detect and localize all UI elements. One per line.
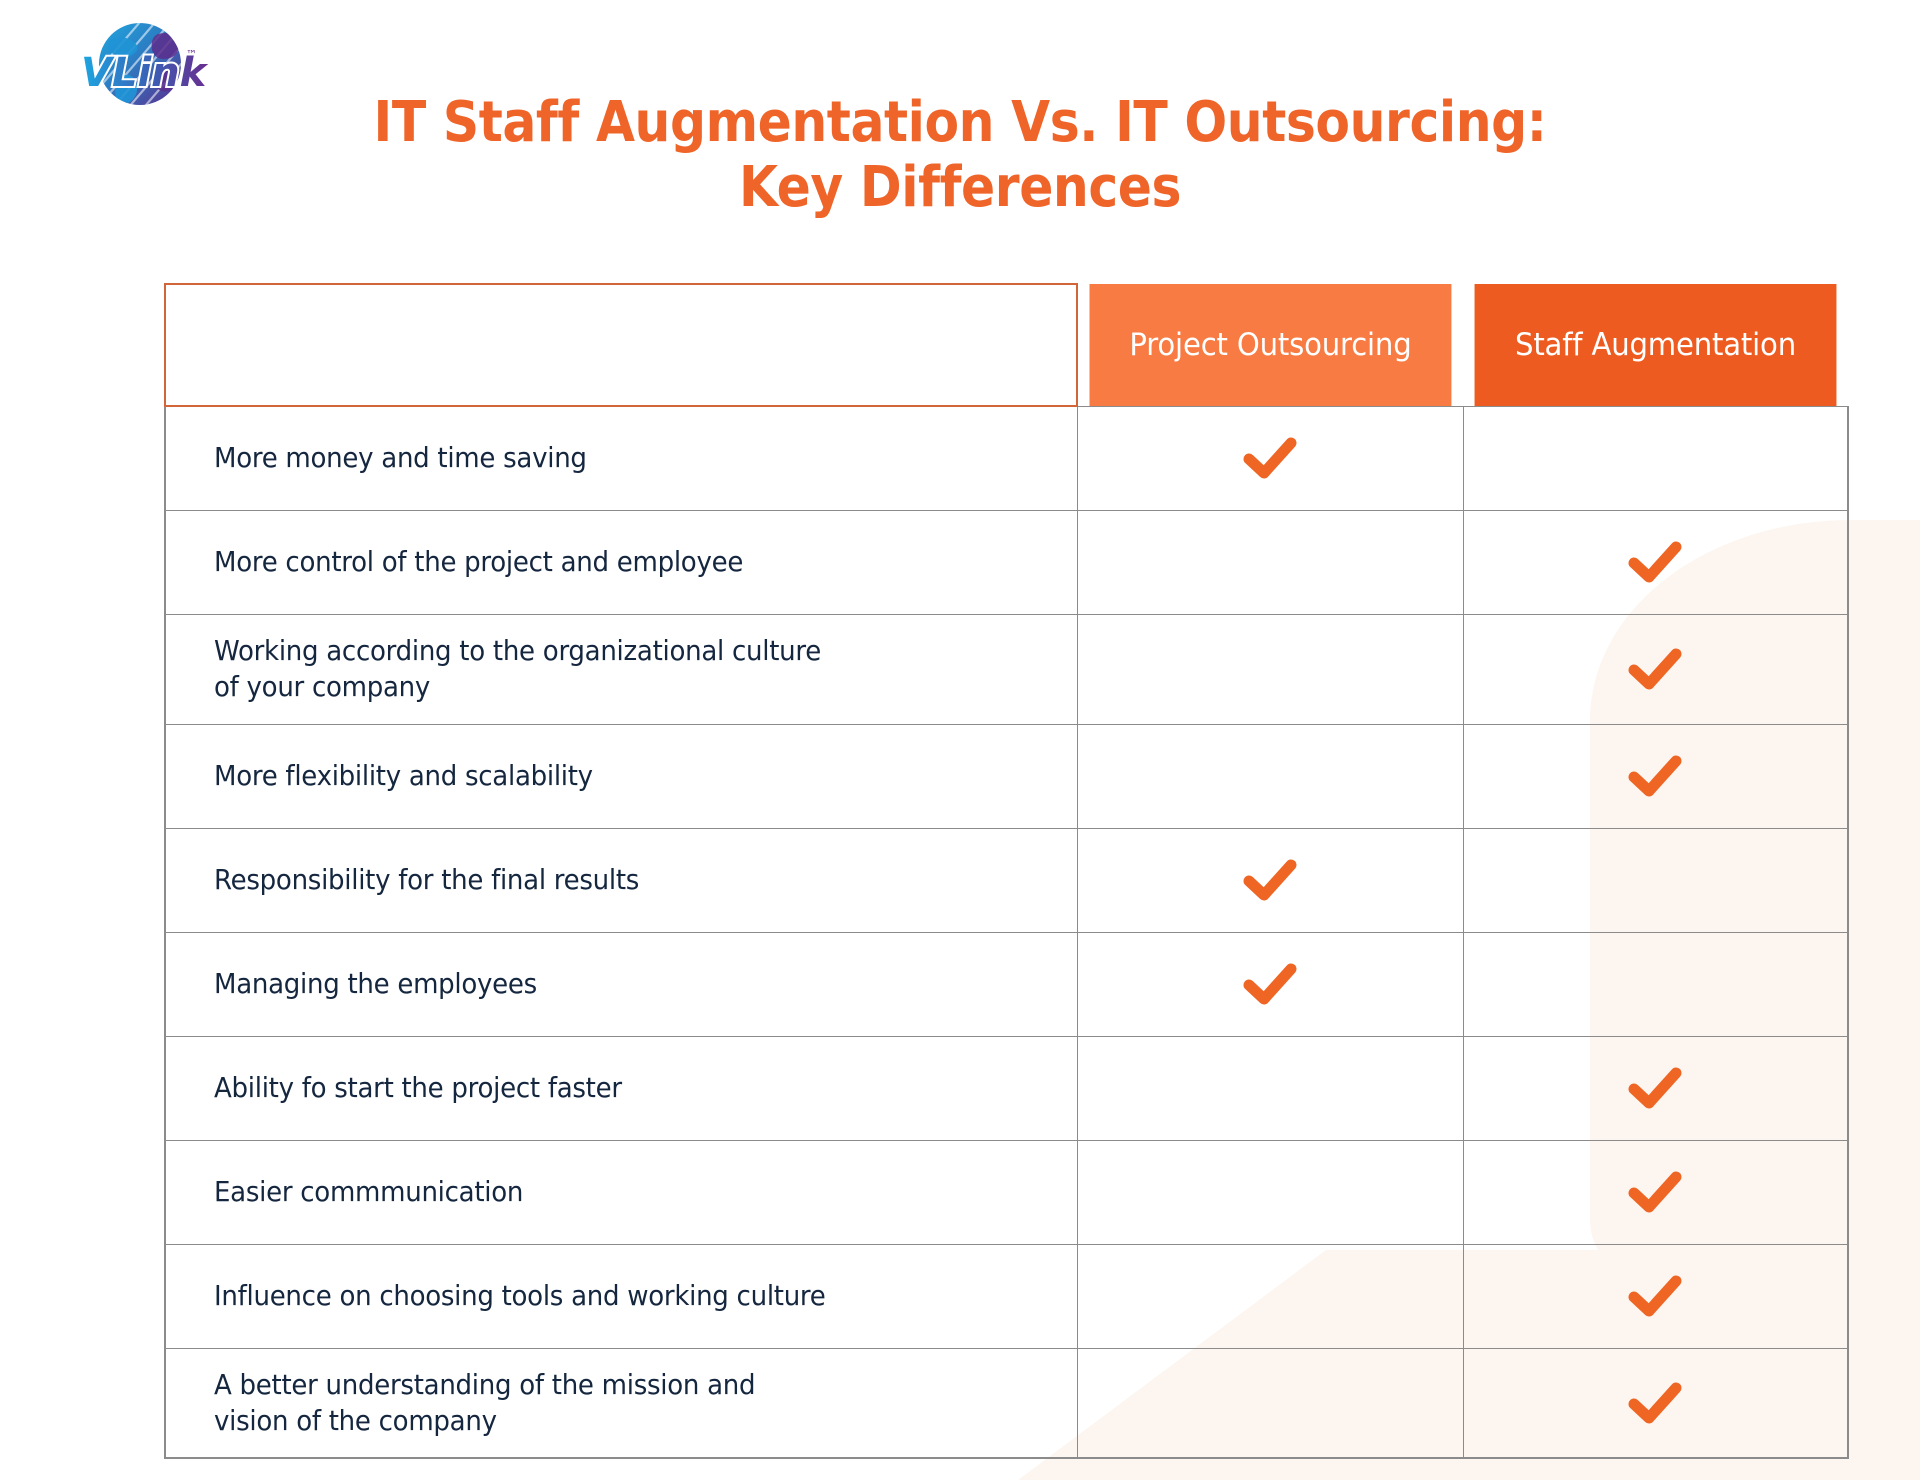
table-body: More money and time saving More control o…	[164, 405, 1849, 1459]
table-row: Influence on choosing tools and working …	[164, 1243, 1849, 1349]
mark-cell-project_outsourcing	[1076, 1035, 1464, 1141]
mark-cell-staff_augmentation	[1462, 931, 1849, 1037]
mark-cell-project_outsourcing	[1076, 1243, 1464, 1349]
comparison-table: Project Outsourcing Staff Augmentation M…	[164, 283, 1849, 1459]
mark-cell-project_outsourcing	[1076, 1347, 1464, 1459]
table-row: Easier commmunication	[164, 1139, 1849, 1245]
mark-cell-project_outsourcing	[1076, 1139, 1464, 1245]
mark-cell-staff_augmentation	[1462, 1243, 1849, 1349]
orange-checkmark-icon	[1628, 648, 1682, 690]
orange-checkmark-icon	[1628, 541, 1682, 583]
orange-checkmark-icon	[1243, 963, 1297, 1005]
feature-label: Ability fo start the project faster	[214, 1071, 622, 1105]
mark-cell-staff_augmentation	[1462, 405, 1849, 511]
feature-cell: A better understanding of the mission an…	[164, 1347, 1078, 1459]
feature-label: More money and time saving	[214, 441, 587, 475]
table-row: More control of the project and employee	[164, 509, 1849, 615]
table-row: Ability fo start the project faster	[164, 1035, 1849, 1141]
orange-checkmark-icon	[1628, 1171, 1682, 1213]
mark-cell-project_outsourcing	[1076, 405, 1464, 511]
feature-cell: More flexibility and scalability	[164, 723, 1078, 829]
mark-cell-project_outsourcing	[1076, 613, 1464, 725]
feature-cell: More money and time saving	[164, 405, 1078, 511]
table-row: Responsibility for the final results	[164, 827, 1849, 933]
table-header: Project Outsourcing Staff Augmentation	[164, 283, 1848, 407]
mark-cell-project_outsourcing	[1076, 827, 1464, 933]
header-cell-staff-augmentation: Staff Augmentation	[1474, 284, 1837, 406]
feature-label: Responsibility for the final results	[214, 863, 640, 897]
header-cell-blank	[164, 283, 1078, 407]
mark-cell-project_outsourcing	[1076, 723, 1464, 829]
mark-cell-project_outsourcing	[1076, 931, 1464, 1037]
svg-text:™: ™	[186, 48, 197, 61]
mark-cell-project_outsourcing	[1076, 509, 1464, 615]
mark-cell-staff_augmentation	[1462, 613, 1849, 725]
page-title-line-1: IT Staff Augmentation Vs. IT Outsourcing…	[373, 89, 1547, 155]
feature-cell: Influence on choosing tools and working …	[164, 1243, 1078, 1349]
table-row: More flexibility and scalability	[164, 723, 1849, 829]
feature-cell: More control of the project and employee	[164, 509, 1078, 615]
feature-cell: Ability fo start the project faster	[164, 1035, 1078, 1141]
feature-cell: Responsibility for the final results	[164, 827, 1078, 933]
orange-checkmark-icon	[1628, 1275, 1682, 1317]
mark-cell-staff_augmentation	[1462, 1347, 1849, 1459]
feature-label: Easier commmunication	[214, 1175, 524, 1209]
feature-cell: Managing the employees	[164, 931, 1078, 1037]
feature-label: Managing the employees	[214, 967, 537, 1001]
table-header-row: Project Outsourcing Staff Augmentation	[164, 283, 1848, 407]
feature-label: Working according to the organizational …	[214, 634, 821, 703]
mark-cell-staff_augmentation	[1462, 509, 1849, 615]
mark-cell-staff_augmentation	[1462, 1035, 1849, 1141]
feature-cell: Working according to the organizational …	[164, 613, 1078, 725]
feature-label: More control of the project and employee	[214, 545, 744, 579]
table-row: Working according to the organizational …	[164, 613, 1849, 725]
feature-label: A better understanding of the mission an…	[214, 1367, 756, 1437]
slide-canvas: VLink VLink ™ IT Staff Augmentation Vs. …	[0, 0, 1920, 1480]
orange-checkmark-icon	[1628, 1067, 1682, 1109]
mark-cell-staff_augmentation	[1462, 827, 1849, 933]
table-row: More money and time saving	[164, 405, 1849, 511]
feature-label: More flexibility and scalability	[214, 759, 593, 793]
vlink-logo: VLink VLink ™	[62, 14, 211, 116]
header-cell-project-outsourcing: Project Outsourcing	[1088, 284, 1452, 406]
page-title: IT Staff Augmentation Vs. IT Outsourcing…	[312, 90, 1608, 221]
orange-checkmark-icon	[1243, 437, 1297, 479]
vlink-wordmark: VLink VLink ™	[79, 48, 211, 98]
orange-checkmark-icon	[1628, 1382, 1682, 1424]
orange-checkmark-icon	[1628, 755, 1682, 797]
mark-cell-staff_augmentation	[1462, 1139, 1849, 1245]
feature-label: Influence on choosing tools and working …	[214, 1279, 826, 1313]
orange-checkmark-icon	[1243, 859, 1297, 901]
table-row: A better understanding of the mission an…	[164, 1347, 1849, 1459]
page-title-line-2: Key Differences	[738, 155, 1182, 221]
table-row: Managing the employees	[164, 931, 1849, 1037]
feature-cell: Easier commmunication	[164, 1139, 1078, 1245]
mark-cell-staff_augmentation	[1462, 723, 1849, 829]
